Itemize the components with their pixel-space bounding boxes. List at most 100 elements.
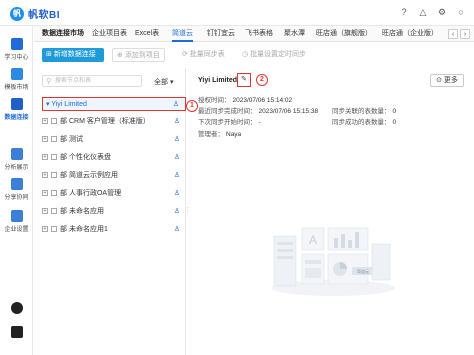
tree-node-label: 测试 xyxy=(68,136,83,143)
bell-icon[interactable]: △ xyxy=(418,7,428,17)
manage-user-icon[interactable]: ♙ xyxy=(174,205,180,219)
tab-scroll-right-icon[interactable]: › xyxy=(460,29,470,39)
checkbox[interactable] xyxy=(51,208,57,215)
sidebar-item-label: 分析展示 xyxy=(4,165,29,171)
batch-sync-setting-button[interactable]: ◷ 批量设置定时同步 xyxy=(242,48,306,62)
share-icon xyxy=(10,178,23,190)
tree-node-label: 未命名应用1 xyxy=(68,226,108,233)
manage-user-icon[interactable]: ♙ xyxy=(174,169,180,183)
tab-jiandaoyun[interactable]: 简道云 xyxy=(172,26,193,42)
next-sync-field: 下次同步开始时间： - xyxy=(198,116,261,126)
checkbox[interactable] xyxy=(51,172,57,179)
manage-user-icon[interactable]: ♙ xyxy=(173,98,179,112)
sync-icon: ⟳ xyxy=(182,51,190,58)
synced-tables-value: 0 xyxy=(392,108,397,115)
expand-icon[interactable]: + xyxy=(42,154,48,161)
expand-icon[interactable]: + xyxy=(42,190,48,197)
expand-icon[interactable]: + xyxy=(42,172,48,179)
clock-icon: ◷ xyxy=(242,51,251,58)
tab-feishu[interactable]: 飞书表格 xyxy=(245,26,273,42)
help-circle-icon xyxy=(10,302,23,314)
tab-bar: 数据连接市场 企业项目表 Excel表 简道云 钉钉宜云 飞书表格 聚水潭 旺店… xyxy=(34,26,474,42)
tree-node[interactable]: + 部 人事行政OA管理 ♙ xyxy=(42,187,186,201)
chart-icon xyxy=(10,148,23,160)
toolbar: ⊞ 新增数据连接 ⊕ 添加到项目 ⟳ 批量同步表 ◷ 批量设置定时同步 xyxy=(34,43,474,67)
tree-root-node[interactable]: ▾ Yiyi Limited ♙ xyxy=(42,97,186,111)
checkbox[interactable] xyxy=(51,154,57,161)
manage-user-icon[interactable]: ♙ xyxy=(174,133,180,147)
sidebar-item-label: 数据连接 xyxy=(4,115,29,121)
more-label: 更多 xyxy=(443,77,458,84)
batch-sync-label: 批量同步表 xyxy=(189,51,225,58)
app-prefix-icon: 部 xyxy=(60,226,67,233)
sidebar-item-learning[interactable]: 学习中心 xyxy=(0,38,33,61)
more-button[interactable]: ⊙ 更多 xyxy=(430,74,464,87)
empty-state-illustration: A 简道云 xyxy=(271,227,395,296)
tab-dingding[interactable]: 钉钉宜云 xyxy=(207,26,235,42)
help-circle-button[interactable] xyxy=(0,302,33,314)
detail-title: Yiyi Limited xyxy=(198,77,238,84)
tree-node[interactable]: + 部 测试 ♙ xyxy=(42,133,186,147)
filter-dropdown[interactable]: 全部 ▾ xyxy=(154,77,173,87)
tab-wangdian-enterprise[interactable]: 旺店通（企业版） xyxy=(382,26,438,42)
chevron-down-icon: ▾ xyxy=(169,79,174,86)
tab-market[interactable]: 数据连接市场 xyxy=(42,26,84,42)
template-icon xyxy=(10,68,23,80)
admin-field: 管理者： Naya xyxy=(198,128,241,138)
tab-excel[interactable]: Excel表 xyxy=(135,26,159,42)
next-sync-value: - xyxy=(258,119,261,126)
sidebar-item-data-connection[interactable]: 数据连接 xyxy=(0,98,33,121)
tree-node[interactable]: + 部 CRM 客户管理（标准版） ♙ xyxy=(42,115,186,129)
next-sync-label: 下次同步开始时间： xyxy=(198,119,257,126)
logo-text: 帆软BI xyxy=(28,10,60,21)
search-icon: ⚲ xyxy=(46,78,52,85)
expand-icon[interactable]: + xyxy=(42,208,48,215)
sidebar-item-label: 分享协同 xyxy=(4,195,29,201)
detail-panel: Yiyi Limited ✎ 2 ⊙ 更多 授权时间： 2023/07/06 15… xyxy=(190,68,474,355)
success-tables-value: 0 xyxy=(392,119,397,126)
checkbox[interactable] xyxy=(51,226,57,233)
add-to-project-button[interactable]: ⊕ 添加到项目 xyxy=(112,48,165,62)
tree-node[interactable]: + 部 未命名应用 ♙ xyxy=(42,205,186,219)
synced-tables-field: 同步关联的表数量： 0 xyxy=(332,105,396,115)
sidebar-item-analysis[interactable]: 分析展示 xyxy=(0,148,33,171)
expand-icon[interactable]: + xyxy=(42,226,48,233)
logo[interactable]: 帆 帆软BI xyxy=(10,6,60,21)
avatar-icon[interactable]: ○ xyxy=(456,7,466,17)
manage-user-icon[interactable]: ♙ xyxy=(174,187,180,201)
expand-icon[interactable]: + xyxy=(42,136,48,143)
auth-time-label: 授权时间： xyxy=(198,97,231,104)
sidebar-item-enterprise[interactable]: 企业设置 xyxy=(0,210,33,233)
manage-user-icon[interactable]: ♙ xyxy=(174,151,180,165)
tab-jushuitan[interactable]: 聚水潭 xyxy=(284,26,305,42)
search-input[interactable]: ⚲ 搜索节点和表 xyxy=(42,75,142,87)
new-connection-button[interactable]: ⊞ 新增数据连接 xyxy=(42,48,104,62)
document-button[interactable] xyxy=(0,326,33,338)
tree-node[interactable]: + 部 个性化仪表盘 ♙ xyxy=(42,151,186,165)
book-icon xyxy=(10,38,23,50)
tree-root-label: Yiyi Limited xyxy=(51,101,87,108)
tree-node[interactable]: + 部 未命名应用1 ♙ xyxy=(42,223,186,237)
edit-icon[interactable]: ✎ xyxy=(237,73,251,87)
filter-label: 全部 xyxy=(154,79,168,86)
tab-scroll-left-icon[interactable]: ‹ xyxy=(448,29,458,39)
expand-icon[interactable]: + xyxy=(42,118,48,125)
manage-user-icon[interactable]: ♙ xyxy=(174,115,180,129)
tab-enterprise-table[interactable]: 企业项目表 xyxy=(92,26,127,42)
tab-wangdian-flagship[interactable]: 旺店通（旗舰版） xyxy=(316,26,372,42)
sidebar-item-share[interactable]: 分享协同 xyxy=(0,178,33,201)
auth-time-field: 授权时间： 2023/07/06 15:14:02 xyxy=(198,94,292,104)
sidebar-item-templates[interactable]: 模板市场 xyxy=(0,68,33,91)
settings-icon[interactable]: ⚙ xyxy=(437,7,447,17)
batch-sync-button[interactable]: ⟳ 批量同步表 xyxy=(182,48,225,62)
sidebar-item-label: 学习中心 xyxy=(4,55,29,61)
checkbox[interactable] xyxy=(51,136,57,143)
batch-sync-setting-label: 批量设置定时同步 xyxy=(250,51,307,58)
tree-node[interactable]: + 部 简道云示例应用 ♙ xyxy=(42,169,186,183)
checkbox[interactable] xyxy=(51,118,57,125)
help-icon[interactable]: ? xyxy=(399,7,409,17)
manage-user-icon[interactable]: ♙ xyxy=(174,223,180,237)
success-tables-label: 同步成功的表数量： xyxy=(332,119,391,126)
checkbox[interactable] xyxy=(51,190,57,197)
tree-panel: ⚲ 搜索节点和表 全部 ▾ ▾ Yiyi Limited ♙ + 部 CRM 客户… xyxy=(34,68,198,355)
